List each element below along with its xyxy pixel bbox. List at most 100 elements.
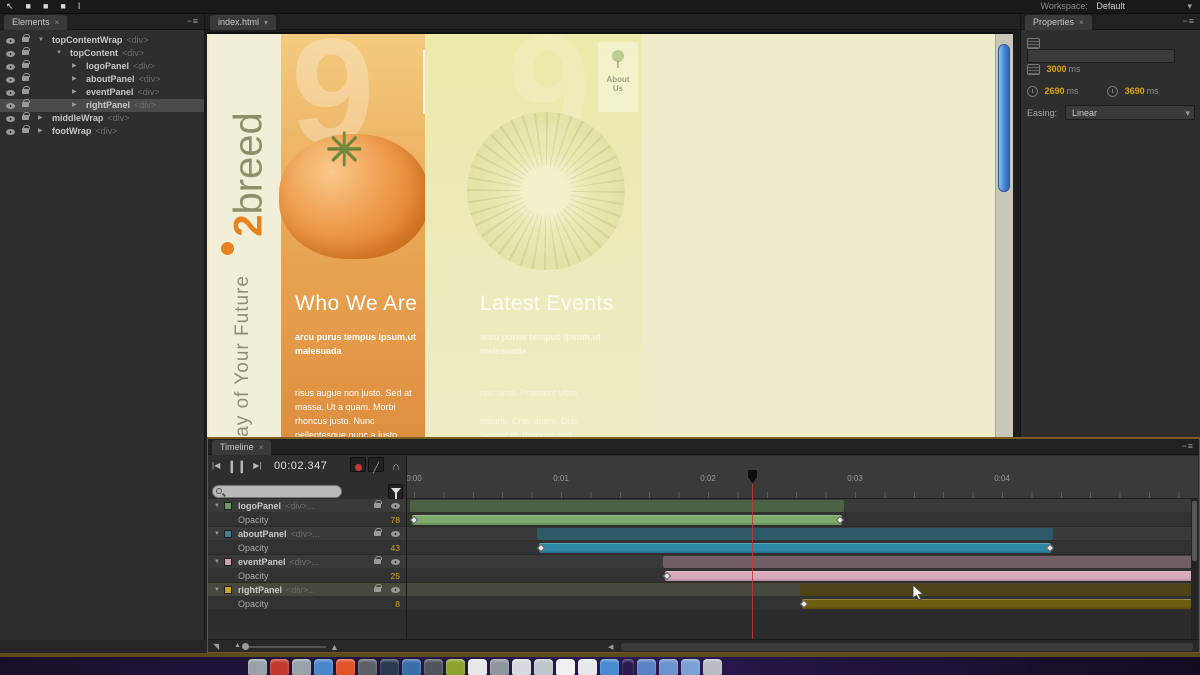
lock-icon[interactable]	[22, 89, 29, 94]
transition-end-value[interactable]: 3690	[1125, 86, 1145, 96]
easing-dropdown[interactable]: Linear ▾	[1065, 105, 1195, 120]
dock-app-icon[interactable]	[314, 659, 333, 675]
element-id-input[interactable]	[1027, 49, 1175, 63]
element-lane[interactable]	[407, 555, 1198, 569]
opacity-row[interactable]: Opacity 43	[208, 541, 406, 555]
element-duration-bar[interactable]	[410, 500, 844, 512]
track-row[interactable]: ▼ rightPanel<div>...	[208, 583, 406, 597]
element-duration-bar[interactable]	[800, 584, 1195, 596]
element-tree-row[interactable]: ▶ aboutPanel<div>	[0, 73, 204, 86]
dock-app-icon[interactable]	[270, 659, 289, 675]
element-tree-row[interactable]: ▶ rightPanel<div>	[0, 99, 204, 112]
lock-icon[interactable]	[22, 37, 29, 42]
tab-timeline[interactable]: Timeline×	[212, 440, 271, 455]
dock-app-icon[interactable]	[468, 659, 487, 675]
tool-icon[interactable]: ■	[43, 0, 48, 13]
element-tree-row[interactable]: ▶ middleWrap<div>	[0, 112, 204, 125]
dock-app-icon[interactable]	[556, 659, 575, 675]
filter-button[interactable]	[388, 484, 403, 499]
timeline-ruler[interactable]: 0:000:010:020:030:04	[407, 456, 1198, 499]
dock-app-icon[interactable]	[402, 659, 421, 675]
expand-arrow-icon[interactable]: ▶	[72, 73, 77, 86]
zoom-in-icon[interactable]: ▲	[330, 642, 339, 652]
dock-app-icon[interactable]	[703, 659, 722, 675]
tab-properties[interactable]: Properties×	[1025, 15, 1092, 30]
dock-app-icon[interactable]	[534, 659, 553, 675]
dock-app-icon[interactable]	[490, 659, 509, 675]
element-tree-row[interactable]: ▶ logoPanel<div>	[0, 60, 204, 73]
about-us-button[interactable]: About Us	[598, 42, 638, 112]
timeline-hscrollbar[interactable]	[621, 643, 1193, 651]
lock-icon[interactable]	[374, 503, 381, 508]
dock-app-icon[interactable]	[292, 659, 311, 675]
eye-icon[interactable]	[6, 103, 15, 109]
workspace-value[interactable]: Default	[1096, 1, 1125, 11]
chevron-down-icon[interactable]: ▾	[264, 18, 268, 27]
element-lane[interactable]	[407, 499, 1198, 513]
dock-app-icon[interactable]	[424, 659, 443, 675]
opacity-row[interactable]: Opacity 8	[208, 597, 406, 611]
lock-icon[interactable]	[22, 63, 29, 68]
close-icon[interactable]: ×	[1079, 18, 1084, 27]
track-row[interactable]: ▼ eventPanel<div>...	[208, 555, 406, 569]
opacity-transition-bar[interactable]	[665, 571, 1195, 581]
opacity-row[interactable]: Opacity 25	[208, 569, 406, 583]
opacity-lane[interactable]	[407, 569, 1198, 583]
tool-icon[interactable]: I	[78, 0, 81, 13]
panel-menu-icon[interactable]: −≡	[1181, 441, 1194, 451]
close-icon[interactable]: ×	[259, 443, 264, 452]
opacity-transition-bar[interactable]	[802, 599, 1195, 609]
element-tree-row[interactable]: ▶ footWrap<div>	[0, 125, 204, 138]
lock-icon[interactable]	[374, 587, 381, 592]
zoom-out-icon[interactable]: ▲	[234, 642, 241, 649]
eye-icon[interactable]	[391, 503, 400, 509]
track-row[interactable]: ▼ aboutPanel<div>...	[208, 527, 406, 541]
lock-icon[interactable]	[374, 559, 381, 564]
dock-app-icon[interactable]	[681, 659, 700, 675]
element-tree-row[interactable]: ▶ eventPanel<div>	[0, 86, 204, 99]
eye-icon[interactable]	[391, 587, 400, 593]
opacity-lane[interactable]	[407, 513, 1198, 527]
opacity-row[interactable]: Opacity 78	[208, 513, 406, 527]
expand-arrow-icon[interactable]: ▶	[38, 125, 43, 138]
expand-arrow-icon[interactable]: ▼	[214, 527, 220, 541]
expand-arrow-icon[interactable]: ▶	[72, 86, 77, 99]
opacity-transition-bar[interactable]	[539, 543, 1051, 553]
tool-icon[interactable]: ■	[60, 0, 65, 13]
eye-icon[interactable]	[6, 64, 15, 70]
stage-scrollbar-thumb[interactable]	[998, 44, 1010, 192]
element-duration-bar[interactable]	[663, 556, 1195, 568]
eye-icon[interactable]	[6, 90, 15, 96]
lock-icon[interactable]	[374, 531, 381, 536]
element-lane[interactable]	[407, 527, 1198, 541]
dock-app-icon[interactable]	[512, 659, 531, 675]
opacity-value[interactable]: 8	[395, 597, 400, 611]
element-lane[interactable]	[407, 583, 1198, 597]
lock-icon[interactable]	[22, 115, 29, 120]
eye-icon[interactable]	[391, 531, 400, 537]
lock-icon[interactable]	[22, 76, 29, 81]
tab-elements[interactable]: Elements×	[4, 15, 67, 30]
lock-icon[interactable]	[22, 128, 29, 133]
pause-button[interactable]: ❙❙	[227, 459, 247, 473]
close-icon[interactable]: ×	[55, 18, 60, 27]
hscroll-left-arrow[interactable]: ◀	[608, 643, 613, 651]
go-to-start-button[interactable]: |◀	[212, 461, 220, 470]
lock-icon[interactable]	[22, 102, 29, 107]
zoom-slider[interactable]	[246, 646, 326, 648]
eye-icon[interactable]	[6, 116, 15, 122]
tab-index-html[interactable]: index.html▾	[210, 15, 276, 30]
zoom-slider-thumb[interactable]	[242, 643, 249, 650]
opacity-value[interactable]: 43	[391, 541, 400, 555]
eye-icon[interactable]	[6, 38, 15, 44]
workspace-switcher[interactable]: Workspace: Default ▾	[1041, 1, 1192, 12]
auto-keyframe-button[interactable]	[350, 457, 366, 472]
dock-app-icon[interactable]	[336, 659, 355, 675]
eye-icon[interactable]	[6, 77, 15, 83]
expand-arrow-icon[interactable]: ▼	[214, 499, 220, 513]
auto-transition-button[interactable]: ╱	[368, 457, 384, 472]
expand-arrow-icon[interactable]: ▶	[72, 99, 77, 112]
snap-icon[interactable]: ◥	[213, 642, 219, 651]
timeline-search-input[interactable]	[212, 485, 342, 498]
stage-scrollbar[interactable]	[995, 34, 1013, 437]
